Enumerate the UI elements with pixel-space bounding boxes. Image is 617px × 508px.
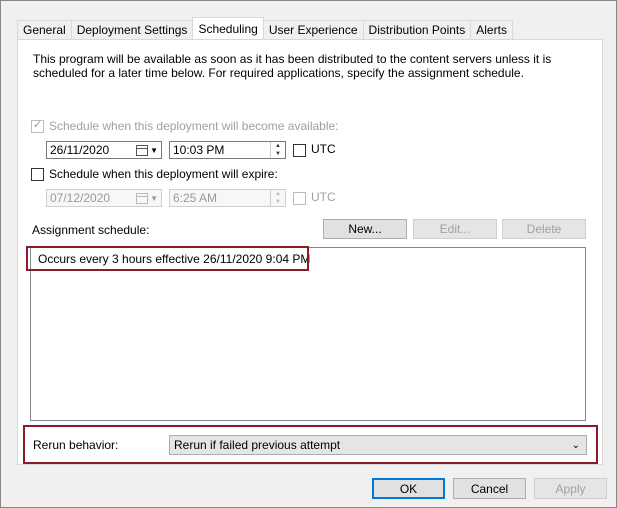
calendar-icon bbox=[136, 192, 149, 204]
tab-label: Deployment Settings bbox=[76, 23, 188, 37]
available-time-value: 10:03 PM bbox=[173, 143, 225, 157]
chevron-down-icon: ▼ bbox=[150, 193, 158, 203]
spin-up-icon[interactable]: ▲ bbox=[271, 190, 285, 198]
spin-down-icon[interactable]: ▼ bbox=[271, 150, 285, 158]
tab-distribution-points[interactable]: Distribution Points bbox=[362, 20, 472, 39]
tab-label: General bbox=[23, 23, 66, 37]
expire-time-value: 6:25 AM bbox=[173, 191, 218, 205]
calendar-icon bbox=[136, 144, 149, 156]
ok-button[interactable]: OK bbox=[372, 478, 445, 499]
tab-alerts[interactable]: Alerts bbox=[470, 20, 513, 39]
tab-strip: General Deployment Settings Scheduling U… bbox=[17, 17, 513, 39]
description-text: This program will be available as soon a… bbox=[33, 52, 552, 80]
expire-utc-label: UTC bbox=[311, 190, 336, 204]
available-date-value: 26/11/2020 bbox=[50, 143, 110, 157]
available-checkbox[interactable]: ✓ bbox=[31, 119, 44, 133]
available-utc-label: UTC bbox=[311, 142, 336, 156]
expire-time-field[interactable]: 6:25 AM ▲ ▼ bbox=[169, 189, 286, 207]
expire-checkbox[interactable] bbox=[31, 168, 44, 181]
chevron-down-icon: ▼ bbox=[150, 145, 158, 155]
expire-checkbox-label: Schedule when this deployment will expir… bbox=[49, 167, 278, 181]
scheduling-panel: This program will be available as soon a… bbox=[17, 39, 603, 465]
tab-scheduling[interactable]: Scheduling bbox=[192, 17, 264, 39]
time-spinner[interactable]: ▲ ▼ bbox=[270, 190, 285, 206]
assignment-schedule-list[interactable]: Occurs every 3 hours effective 26/11/202… bbox=[30, 247, 586, 421]
available-checkbox-label: Schedule when this deployment will becom… bbox=[49, 119, 339, 133]
delete-schedule-button[interactable]: Delete bbox=[502, 219, 586, 239]
tab-label: Alerts bbox=[476, 23, 507, 37]
apply-button[interactable]: Apply bbox=[534, 478, 607, 499]
new-schedule-button[interactable]: New... bbox=[323, 219, 407, 239]
cancel-button[interactable]: Cancel bbox=[453, 478, 526, 499]
tab-label: Distribution Points bbox=[368, 23, 466, 37]
spin-down-icon[interactable]: ▼ bbox=[271, 198, 285, 206]
schedule-highlight-box bbox=[26, 246, 309, 271]
spin-up-icon[interactable]: ▲ bbox=[271, 142, 285, 150]
rerun-highlight-box bbox=[23, 425, 598, 464]
tab-deployment-settings[interactable]: Deployment Settings bbox=[70, 20, 194, 39]
expire-date-value: 07/12/2020 bbox=[50, 191, 111, 205]
expire-date-picker[interactable]: 07/12/2020 ▼ bbox=[46, 189, 162, 207]
expire-utc-checkbox[interactable] bbox=[293, 192, 306, 205]
checkmark-icon: ✓ bbox=[33, 119, 43, 131]
tab-label: User Experience bbox=[268, 23, 358, 37]
time-spinner[interactable]: ▲ ▼ bbox=[270, 142, 285, 158]
available-utc-checkbox[interactable] bbox=[293, 144, 306, 157]
edit-schedule-button[interactable]: Edit... bbox=[413, 219, 497, 239]
available-time-field[interactable]: 10:03 PM ▲ ▼ bbox=[169, 141, 286, 159]
tab-label: Scheduling bbox=[198, 21, 258, 36]
tab-general[interactable]: General bbox=[17, 20, 72, 39]
assignment-schedule-label: Assignment schedule: bbox=[32, 223, 150, 237]
tab-user-experience[interactable]: User Experience bbox=[262, 20, 364, 39]
available-date-picker[interactable]: 26/11/2020 ▼ bbox=[46, 141, 162, 159]
